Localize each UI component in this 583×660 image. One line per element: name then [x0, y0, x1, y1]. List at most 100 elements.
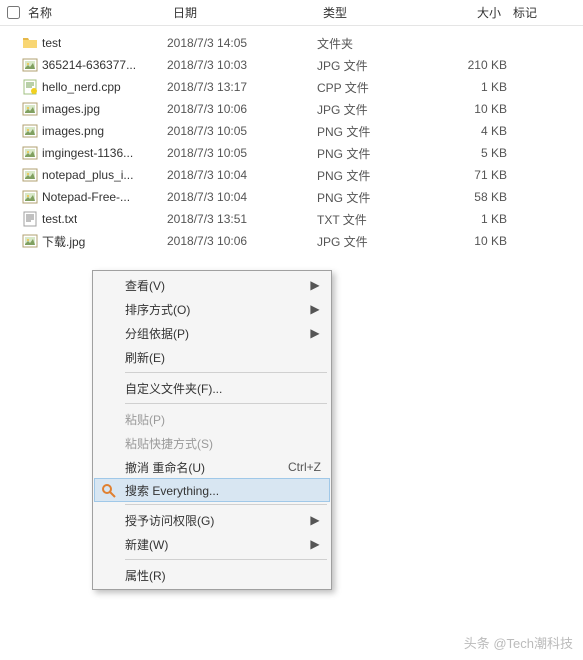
file-type: 文件夹	[317, 35, 412, 52]
file-row[interactable]: test 2018/7/3 14:05文件夹	[0, 32, 583, 54]
column-header-name[interactable]: 名称	[22, 4, 167, 21]
menu-item-label: 分组依据(P)	[125, 325, 309, 342]
chevron-right-icon: ▶	[309, 513, 321, 527]
file-size: 4 KB	[412, 124, 507, 138]
file-list: test 2018/7/3 14:05文件夹 365214-636377... 201…	[0, 26, 583, 252]
file-date: 2018/7/3 10:04	[167, 168, 317, 182]
jpg-icon	[22, 101, 38, 117]
column-header-type[interactable]: 类型	[317, 4, 412, 21]
menu-item[interactable]: 授予访问权限(G)▶	[95, 508, 329, 532]
menu-item-label: 查看(V)	[125, 277, 309, 294]
file-type: CPP 文件	[317, 79, 412, 96]
file-type: JPG 文件	[317, 233, 412, 250]
menu-item-label: 粘贴快捷方式(S)	[125, 435, 321, 452]
file-row[interactable]: Notepad-Free-... 2018/7/3 10:04PNG 文件58 K…	[0, 186, 583, 208]
menu-item-label: 搜索 Everything...	[125, 482, 321, 499]
file-size: 58 KB	[412, 190, 507, 204]
file-date: 2018/7/3 10:06	[167, 102, 317, 116]
file-name: Notepad-Free-...	[42, 190, 130, 204]
file-row[interactable]: 下载.jpg 2018/7/3 10:06JPG 文件10 KB	[0, 230, 583, 252]
menu-item-label: 新建(W)	[125, 536, 309, 553]
file-name: test	[42, 36, 61, 50]
menu-item[interactable]: 刷新(E)	[95, 345, 329, 369]
menu-item-label: 撤消 重命名(U)	[125, 459, 278, 476]
column-header-tag[interactable]: 标记	[507, 4, 567, 21]
menu-separator	[125, 559, 327, 560]
context-menu: 查看(V)▶排序方式(O)▶分组依据(P)▶刷新(E)自定义文件夹(F)...粘…	[92, 270, 332, 590]
file-type: PNG 文件	[317, 189, 412, 206]
file-type: JPG 文件	[317, 57, 412, 74]
menu-item[interactable]: 属性(R)	[95, 563, 329, 587]
menu-separator	[125, 504, 327, 505]
file-name: notepad_plus_i...	[42, 168, 133, 182]
menu-item-shortcut: Ctrl+Z	[288, 460, 321, 474]
file-name: images.jpg	[42, 102, 100, 116]
file-name: 365214-636377...	[42, 58, 136, 72]
file-row[interactable]: images.png2018/7/3 10:05PNG 文件4 KB	[0, 120, 583, 142]
file-date: 2018/7/3 10:06	[167, 234, 317, 248]
file-name: 下载.jpg	[42, 233, 85, 250]
folder-icon	[22, 35, 38, 51]
file-name: imgingest-1136...	[42, 146, 133, 160]
file-date: 2018/7/3 10:05	[167, 124, 317, 138]
menu-item[interactable]: 查看(V)▶	[95, 273, 329, 297]
file-size: 1 KB	[412, 212, 507, 226]
menu-item: 粘贴(P)	[95, 407, 329, 431]
png-icon	[22, 145, 38, 161]
menu-item-label: 排序方式(O)	[125, 301, 309, 318]
file-row[interactable]: notepad_plus_i... 2018/7/3 10:04PNG 文件71 …	[0, 164, 583, 186]
menu-item[interactable]: 撤消 重命名(U) Ctrl+Z	[95, 455, 329, 479]
menu-item[interactable]: 自定义文件夹(F)...	[95, 376, 329, 400]
menu-item-label: 粘贴(P)	[125, 411, 321, 428]
file-row[interactable]: test.txt 2018/7/3 13:51TXT 文件1 KB	[0, 208, 583, 230]
file-size: 5 KB	[412, 146, 507, 160]
file-type: PNG 文件	[317, 167, 412, 184]
menu-item-label: 自定义文件夹(F)...	[125, 380, 321, 397]
menu-item-label: 刷新(E)	[125, 349, 321, 366]
png-icon	[22, 167, 38, 183]
jpg-icon	[22, 57, 38, 73]
txt-icon	[22, 211, 38, 227]
chevron-right-icon: ▶	[309, 278, 321, 292]
file-date: 2018/7/3 10:04	[167, 190, 317, 204]
chevron-right-icon: ▶	[309, 537, 321, 551]
menu-separator	[125, 403, 327, 404]
chevron-right-icon: ▶	[309, 302, 321, 316]
file-size: 10 KB	[412, 234, 507, 248]
file-type: TXT 文件	[317, 211, 412, 228]
column-header-date[interactable]: 日期	[167, 4, 317, 21]
file-size: 71 KB	[412, 168, 507, 182]
file-date: 2018/7/3 10:05	[167, 146, 317, 160]
menu-item[interactable]: 搜索 Everything...	[94, 478, 330, 502]
file-date: 2018/7/3 14:05	[167, 36, 317, 50]
chevron-right-icon: ▶	[309, 326, 321, 340]
file-date: 2018/7/3 13:17	[167, 80, 317, 94]
file-size: 210 KB	[412, 58, 507, 72]
menu-item[interactable]: 排序方式(O)▶	[95, 297, 329, 321]
search-everything-icon	[101, 483, 117, 499]
file-row[interactable]: 365214-636377... 2018/7/3 10:03JPG 文件210 …	[0, 54, 583, 76]
file-row[interactable]: hello_nerd.cpp2018/7/3 13:17CPP 文件1 KB	[0, 76, 583, 98]
file-size: 10 KB	[412, 102, 507, 116]
column-header-size[interactable]: 大小	[412, 4, 507, 21]
file-row[interactable]: images.jpg 2018/7/3 10:06JPG 文件10 KB	[0, 98, 583, 120]
jpg-icon	[22, 233, 38, 249]
menu-item-label: 属性(R)	[125, 567, 321, 584]
watermark: 头条 @Tech潮科技	[464, 633, 573, 652]
menu-separator	[125, 372, 327, 373]
file-type: PNG 文件	[317, 145, 412, 162]
column-header-row: 名称 日期 类型 大小 标记	[0, 0, 583, 26]
select-all-input[interactable]	[7, 6, 20, 19]
select-all-checkbox[interactable]	[4, 6, 22, 19]
file-row[interactable]: imgingest-1136... 2018/7/3 10:05PNG 文件5 K…	[0, 142, 583, 164]
menu-item[interactable]: 分组依据(P)▶	[95, 321, 329, 345]
file-name: test.txt	[42, 212, 77, 226]
menu-item[interactable]: 新建(W)▶	[95, 532, 329, 556]
file-type: PNG 文件	[317, 123, 412, 140]
png-icon	[22, 189, 38, 205]
file-type: JPG 文件	[317, 101, 412, 118]
menu-item: 粘贴快捷方式(S)	[95, 431, 329, 455]
file-name: hello_nerd.cpp	[42, 80, 121, 94]
file-date: 2018/7/3 13:51	[167, 212, 317, 226]
file-date: 2018/7/3 10:03	[167, 58, 317, 72]
